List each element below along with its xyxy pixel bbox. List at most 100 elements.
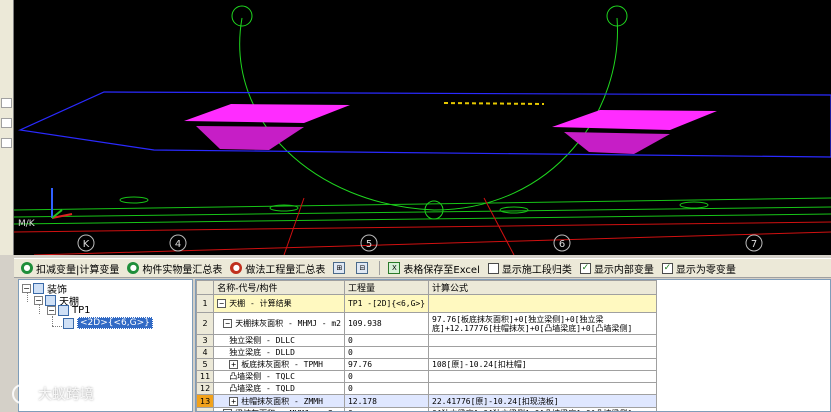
cell-quantity[interactable]: 0 [343, 334, 430, 347]
table-row[interactable]: 13 + 柱帽抹灰面积 - ZMMH 12.178 22.41776[原]-10.24[… [196, 394, 658, 408]
tree-node-instance[interactable]: <2D>{<6,G>} [63, 317, 153, 329]
collapse-icon[interactable]: − [217, 299, 227, 308]
cell-quantity[interactable]: 12.178 [343, 394, 430, 408]
header-name[interactable]: 名称-代号/构件 [213, 280, 345, 295]
name-cell-content: + 柱帽抹灰面积 - ZMMH [217, 396, 341, 407]
show-zero-checkbox[interactable]: ✓ 显示为零变量 [659, 260, 739, 277]
cell-quantity[interactable]: 97.76 [343, 358, 430, 371]
collapse-icon[interactable]: − [47, 306, 56, 315]
tree-node-label: TP1 [72, 305, 91, 316]
cell-formula[interactable] [428, 346, 658, 359]
deduct-variable-label: 扣减变量|计算变量 [36, 264, 120, 276]
table-row[interactable]: 1− 天棚 - 计算结果 TP1 -[2D]{<6,G>} [196, 294, 658, 313]
axis-label-k: K [83, 239, 90, 250]
cell-name[interactable]: − 天棚抹灰面积 - MHMJ - m2 [213, 312, 345, 335]
watermark-logo-icon [12, 384, 32, 404]
cell-name[interactable]: 凸墙梁侧 - TQLC [213, 370, 345, 383]
header-formula[interactable]: 计算公式 [428, 280, 658, 295]
cell-quantity[interactable]: 0 [343, 370, 430, 383]
collapse-tree-button[interactable]: ⊟ [353, 260, 374, 277]
row-name-label: 凸墙梁底 - TQLD [229, 384, 295, 393]
header-rownum [196, 280, 215, 295]
table-row[interactable]: 2− 天棚抹灰面积 - MHMJ - m2 109.938 97.76[板底抹灰面积]… [196, 312, 658, 335]
table-row[interactable]: 3 独立梁侧 - DLLC 0 [196, 334, 658, 347]
collapse-icon[interactable]: − [34, 296, 43, 305]
tree-connector [52, 316, 53, 326]
cell-name[interactable]: + 板底抹灰面积 - TPMH [213, 358, 345, 371]
slab-outline [17, 91, 831, 158]
cell-quantity[interactable]: 0 [343, 346, 430, 359]
cell-formula[interactable]: 97.76[板底抹灰面积]+0[独立梁侧]+0[独立梁底]+12.17776[柱… [428, 312, 658, 335]
expand-icon[interactable]: + [229, 360, 239, 369]
name-cell-content: 独立梁底 - DLLD [217, 348, 341, 358]
name-cell-content: 独立梁侧 - DLLC [217, 336, 341, 346]
component-icon [58, 305, 69, 316]
strip-handle-3[interactable] [1, 138, 12, 148]
table-row[interactable]: 11 凸墙梁侧 - TQLC 0 [196, 370, 658, 383]
quantity-grid[interactable]: 名称-代号/构件 工程量 计算公式 1− 天棚 - 计算结果 TP1 -[2D]{<… [195, 279, 831, 412]
row-number: 13 [196, 394, 215, 408]
component-summary-button[interactable]: ● 构件实物量汇总表 [124, 260, 225, 277]
table-row[interactable]: +梁抹灰面积 - MHMJ - m200[独立梁底]+0[独立梁侧]+0[凸墙梁… [196, 407, 658, 411]
axis-line-1 [14, 221, 831, 233]
cell-name[interactable]: +梁抹灰面积 - MHMJ - m2 [213, 407, 345, 411]
name-cell-content: +梁抹灰面积 - MHMJ - m2 [217, 409, 341, 411]
cell-name[interactable]: 独立梁侧 - DLLC [213, 334, 345, 347]
grid-bubble-top-left [231, 5, 253, 27]
column-cap-right-top [552, 110, 717, 130]
tree-node-tp1[interactable]: − TP1 [47, 305, 91, 316]
cell-name[interactable]: 独立梁底 - DLLD [213, 346, 345, 359]
axis-label-7: 7 [751, 239, 757, 250]
cell-formula[interactable]: 22.41776[原]-10.24[扣现浇板] [428, 394, 658, 408]
show-stage-checkbox[interactable]: 显示施工段归类 [485, 260, 575, 277]
cell-quantity[interactable]: 0 [343, 382, 430, 395]
deduct-variable-button[interactable]: ● 扣减变量|计算变量 [18, 260, 122, 277]
cell-quantity[interactable]: 0 [343, 407, 430, 411]
axis-label-5: 5 [366, 239, 372, 250]
cell-quantity[interactable]: TP1 -[2D]{<6,G>} [343, 294, 430, 313]
row-number: 1 [196, 294, 215, 313]
column-cap-left-top [184, 104, 350, 123]
table-row[interactable]: 4 独立梁底 - DLLD 0 [196, 346, 658, 359]
show-zero-label: 显示为零变量 [675, 264, 736, 276]
cell-formula[interactable]: 0[独立梁底]+0[独立梁侧]+0[凸墙梁底]+0[凸墙梁侧] [428, 407, 658, 411]
3d-viewport[interactable]: K 4 5 6 7 M/K [14, 0, 831, 255]
collapse-icon[interactable]: − [22, 284, 31, 293]
show-internal-checkbox[interactable]: ✓ 显示内部变量 [577, 260, 657, 277]
cell-name[interactable]: + 柱帽抹灰面积 - ZMMH [213, 394, 345, 408]
watermark-text: 大蚁跨境 [38, 387, 94, 403]
table-row[interactable]: 5 + 板底抹灰面积 - TPMH 97.76 108[原]-10.24[扣柱帽] [196, 358, 658, 371]
expand-tree-button[interactable]: ⊞ [330, 260, 351, 277]
cell-formula[interactable] [428, 382, 658, 395]
red-circle-icon: ● [230, 262, 243, 274]
cell-formula[interactable] [428, 334, 658, 347]
table-row[interactable]: 12 凸墙梁底 - TQLD 0 [196, 382, 658, 395]
collapse-icon[interactable]: − [223, 319, 233, 328]
expand-icon[interactable]: + [229, 396, 239, 406]
component-summary-label: 构件实物量汇总表 [142, 264, 223, 276]
left-side-strip [0, 0, 14, 255]
cell-formula[interactable] [428, 370, 658, 383]
name-cell-content: 凸墙梁底 - TQLD [217, 384, 341, 394]
strip-handle-1[interactable] [1, 98, 12, 108]
row-number: 3 [196, 334, 215, 347]
cell-name[interactable]: 凸墙梁底 - TQLD [213, 382, 345, 395]
summary-toolbar: ● 扣减变量|计算变量 ● 构件实物量汇总表 ● 做法工程量汇总表 ⊞ ⊟ X … [14, 258, 831, 278]
save-excel-button[interactable]: X 表格保存至Excel [385, 260, 483, 277]
method-summary-label: 做法工程量汇总表 [245, 264, 326, 276]
cell-quantity[interactable]: 109.938 [343, 312, 430, 335]
row-number [196, 407, 215, 411]
name-cell-content: + 板底抹灰面积 - TPMH [217, 360, 341, 370]
header-quantity[interactable]: 工程量 [343, 280, 430, 295]
checkbox-checked-icon: ✓ [661, 262, 673, 274]
method-summary-button[interactable]: ● 做法工程量汇总表 [227, 260, 328, 277]
row-name-label: 独立梁侧 - DLLC [229, 336, 295, 345]
cell-name[interactable]: − 天棚 - 计算结果 [213, 294, 345, 313]
cell-formula[interactable] [428, 294, 658, 313]
tree-connector [52, 326, 62, 327]
toolbar-separator [379, 261, 381, 275]
cell-formula[interactable]: 108[原]-10.24[扣柱帽] [428, 358, 658, 371]
marker-oval-1 [119, 196, 149, 204]
strip-handle-2[interactable] [1, 118, 12, 128]
gizmo-label: M/K [18, 219, 36, 229]
